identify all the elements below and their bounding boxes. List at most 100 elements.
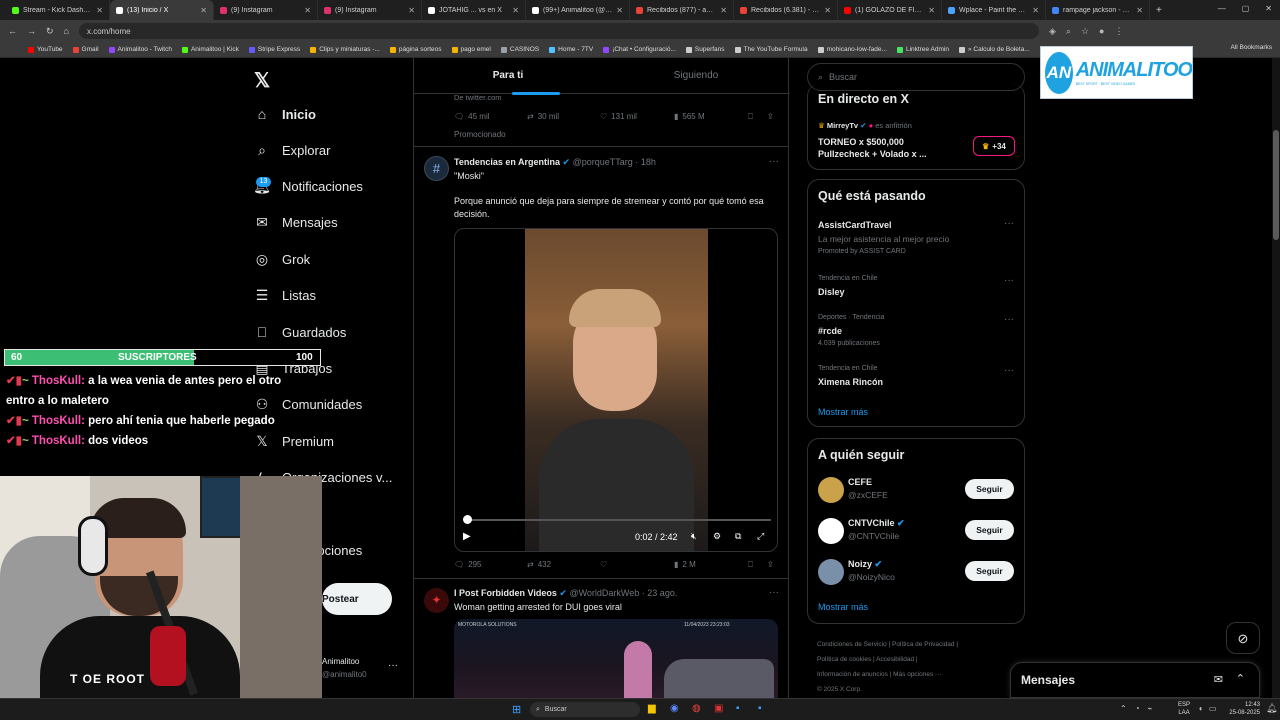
reload-icon[interactable]: ↻ <box>46 26 54 37</box>
post-time[interactable]: 18h <box>641 157 656 167</box>
browser-tab[interactable]: (9) Instagram ✕ <box>318 0 422 20</box>
close-icon[interactable]: ✕ <box>200 6 207 15</box>
video-progress-track[interactable] <box>465 519 771 521</box>
browser-tab[interactable]: rampage jackson - Busca... ✕ <box>1046 0 1150 20</box>
expand-icon[interactable]: ⌃ <box>1236 672 1245 685</box>
tab-siguiendo[interactable]: Siguiendo <box>602 58 790 93</box>
browser-tab[interactable]: Recibidos (6.381) - aniba... ✕ <box>734 0 838 20</box>
app-icon[interactable]: ▣ <box>714 703 723 714</box>
bookmark-item[interactable]: pago emel <box>451 46 491 53</box>
trend-more-icon[interactable]: ··· <box>1004 314 1014 325</box>
trend-name[interactable]: AssistCardTravel <box>818 220 892 230</box>
bookmark-item[interactable]: ¡Chat • Configuració... <box>603 46 676 53</box>
author-handle[interactable]: @WorldDarkWeb <box>569 588 639 598</box>
author-avatar[interactable]: ✦ <box>424 588 449 613</box>
nav-item[interactable]: ⌕ Explorar <box>254 142 330 158</box>
video-scrubber[interactable] <box>463 515 472 524</box>
close-icon[interactable]: ✕ <box>1032 6 1039 15</box>
chevron-up-icon[interactable]: ⌃ <box>1120 704 1127 713</box>
profile-icon[interactable]: ● <box>1099 26 1104 37</box>
nav-item[interactable]: ✉ Mensajes <box>254 214 338 230</box>
trend-name[interactable]: #rcde <box>818 326 842 336</box>
footer-line[interactable]: Política de cookies | Accesibilidad | <box>817 652 1017 667</box>
close-icon[interactable]: ✕ <box>512 6 519 15</box>
home-browser-icon[interactable]: ⌂ <box>64 26 69 36</box>
prev-like-stat[interactable]: ♡ 131 mil <box>600 112 637 121</box>
follow-button[interactable]: Seguir <box>965 561 1014 581</box>
nav-item[interactable]: ⌂ Inicio <box>254 106 316 122</box>
settings-icon[interactable]: ⚙ <box>713 531 721 542</box>
trend-name[interactable]: Ximena Rincón <box>818 377 883 387</box>
bookmark-item[interactable]: Stripe Express <box>248 46 300 53</box>
author-avatar[interactable]: # <box>424 156 449 181</box>
new-message-icon[interactable]: ✉ <box>1214 673 1223 686</box>
bookmark-item[interactable]: The YouTube Formula <box>734 46 808 53</box>
browser-tab[interactable]: (1) GOLAZO DE FIDEO D...✕ <box>838 0 942 20</box>
notifications-icon[interactable]: 🔔︎ <box>1266 703 1277 714</box>
url-field[interactable]: x.com/home <box>78 23 1039 39</box>
browser-tab[interactable]: (9) Instagram ✕ <box>214 0 318 20</box>
mute-icon[interactable]: 🔇︎ <box>691 531 697 542</box>
close-icon[interactable]: ✕ <box>1136 6 1143 15</box>
minimize-icon[interactable]: — <box>1218 4 1226 13</box>
follow-name-row[interactable]: CEFE <box>848 477 872 487</box>
forward-icon[interactable]: → <box>27 26 36 36</box>
close-icon[interactable]: ✕ <box>616 6 623 15</box>
follow-name-row[interactable]: Noizy ✔ <box>848 559 882 570</box>
menu-icon[interactable]: ⋮ <box>1114 26 1123 37</box>
footer-line[interactable]: Información de anuncios | Más opciones ·… <box>817 667 1017 682</box>
bookmark-item[interactable]: Animalitoo | Kick <box>181 46 239 53</box>
tab-para-ti[interactable]: Para ti <box>414 58 602 93</box>
bookmark-item[interactable]: Animalitoo - Twitch <box>108 46 172 53</box>
close-window-icon[interactable]: ✕ <box>1265 4 1272 13</box>
bookmark-item[interactable]: página sorteos <box>389 46 442 53</box>
trend-more-icon[interactable]: ··· <box>1004 275 1014 286</box>
bookmark-item[interactable]: » Calculo de Boleta... <box>958 46 1030 53</box>
windows-start-icon[interactable]: ⊞ <box>512 703 521 716</box>
trend-more-icon[interactable]: ··· <box>1004 365 1014 376</box>
x-logo-icon[interactable]: 𝕏 <box>254 68 270 93</box>
follow-button[interactable]: Seguir <box>965 520 1014 540</box>
browser-tab[interactable]: JOTAHIG ... vs en X ✕ <box>422 0 526 20</box>
prev-reply-stat[interactable]: 🗨 45 mil <box>454 112 490 121</box>
bookmark-item[interactable]: Superfans <box>685 46 725 53</box>
browser-tab[interactable]: Wplace - Paint the world ✕ <box>942 0 1046 20</box>
close-icon[interactable]: ✕ <box>304 6 311 15</box>
chrome-icon[interactable]: ◍ <box>692 703 701 714</box>
follow-show-more[interactable]: Mostrar más <box>818 602 868 612</box>
page-scrollbar[interactable] <box>1272 58 1280 698</box>
prev-bookmark-icon[interactable]: ⎕ <box>748 112 753 122</box>
battery-icon[interactable]: ▭ <box>1209 704 1217 713</box>
bookmark-item[interactable]: Linktree Admin <box>896 46 949 53</box>
prev-share-icon[interactable]: ⇪ <box>767 112 774 121</box>
follow-button[interactable]: Seguir <box>965 479 1014 499</box>
network-icon[interactable]: ⌁ <box>1148 704 1153 713</box>
reply-stat[interactable]: 🗨 295 <box>454 560 482 569</box>
browser-tab[interactable]: (99+) Animalitoo (@anim...✕ <box>526 0 630 20</box>
fullscreen-icon[interactable]: ⤢ <box>757 531 764 542</box>
post-button[interactable]: Postear <box>322 583 392 615</box>
browser-tab[interactable]: Recibidos (877) - animali... ✕ <box>630 0 734 20</box>
video-player[interactable]: ▶ 0:02 / 2:42 🔇︎ ⚙ ⧉ ⤢ <box>454 228 778 552</box>
grok-float-icon[interactable]: ⊘ <box>1226 622 1260 654</box>
trending-show-more[interactable]: Mostrar más <box>818 407 868 417</box>
wifi-icon[interactable]: ◔ <box>1135 704 1140 713</box>
prev-views-stat[interactable]: ▮ 565 M <box>674 112 705 121</box>
live-listeners[interactable]: ♛ +34 <box>973 136 1015 156</box>
bookmark-item[interactable]: Gmail <box>72 46 99 53</box>
maximize-icon[interactable]: ▢ <box>1242 4 1250 13</box>
bookmark-icon[interactable]: ⎕ <box>748 560 753 570</box>
folder-icon[interactable]: ▆ <box>648 703 656 714</box>
bookmark-item[interactable]: YouTube <box>28 46 63 53</box>
back-icon[interactable]: ← <box>8 26 17 36</box>
photoshop-icon[interactable]: ▪ <box>758 703 762 714</box>
follow-avatar[interactable] <box>818 477 844 503</box>
post-more-icon[interactable]: ··· <box>769 156 779 167</box>
like-stat[interactable]: ♡ <box>600 560 611 569</box>
nav-item[interactable]: ◎ Grok <box>254 251 310 267</box>
close-icon[interactable]: ✕ <box>824 6 831 15</box>
scrollbar-thumb[interactable] <box>1273 130 1279 240</box>
pip-icon[interactable]: ⧉ <box>735 531 741 542</box>
views-stat[interactable]: ▮ 2 M <box>674 560 696 569</box>
browser-tab[interactable]: (13) Inicio / X ✕ <box>110 0 214 20</box>
